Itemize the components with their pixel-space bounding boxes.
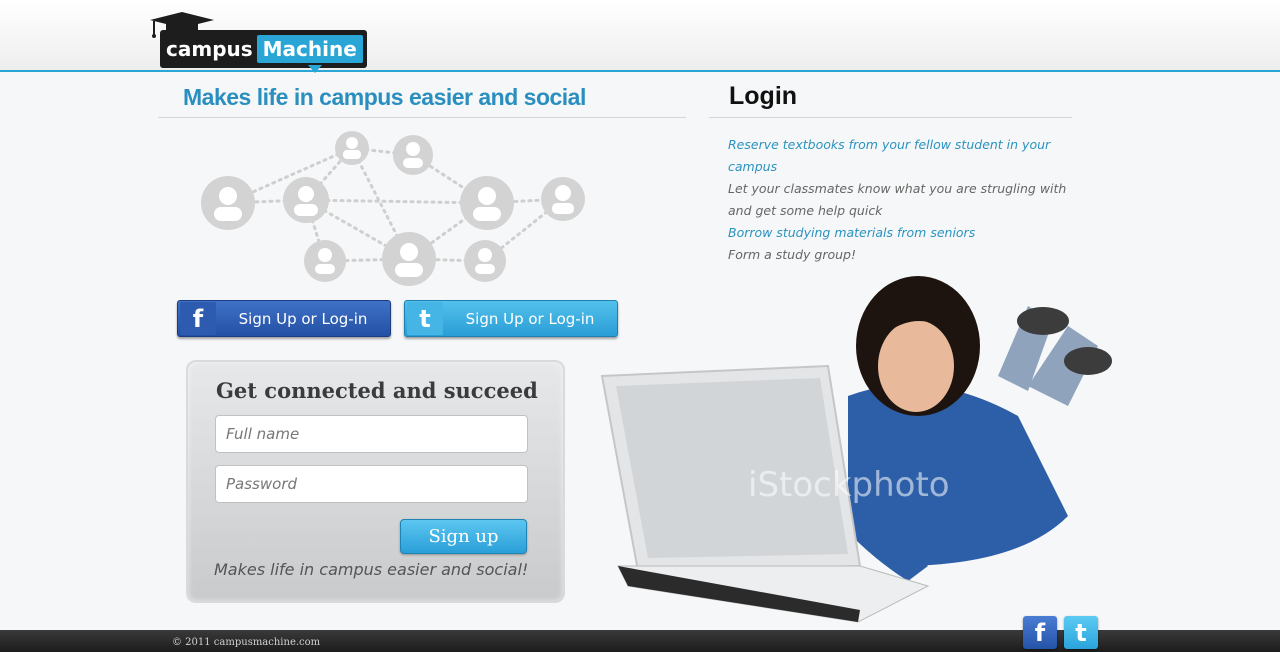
logo-wordmark: campus Machine <box>160 30 367 68</box>
watermark-text: iStockphoto <box>748 465 950 505</box>
feature-item-materials: Borrow studying materials from seniors <box>728 225 976 240</box>
facebook-signup-button[interactable]: f Sign Up or Log-in <box>177 300 391 337</box>
fullname-input[interactable] <box>215 415 528 453</box>
signup-form: Get connected and succeed Sign up Makes … <box>186 360 565 603</box>
facebook-signup-label: Sign Up or Log-in <box>238 309 368 328</box>
feature-item-help: Let your classmates know what you are st… <box>728 181 1067 218</box>
signup-form-title: Get connected and succeed <box>216 378 538 403</box>
social-network-illustration <box>201 131 585 286</box>
twitter-signup-button[interactable]: t Sign Up or Log-in <box>404 300 618 337</box>
copyright-text: © 2011 campusmachine.com <box>172 637 321 648</box>
divider-left <box>158 117 686 118</box>
feature-item-textbooks: Reserve textbooks from your fellow stude… <box>728 137 1051 174</box>
twitter-icon[interactable]: t <box>1064 616 1098 649</box>
campusmachine-logo[interactable]: campus Machine <box>148 10 367 73</box>
signup-button[interactable]: Sign up <box>400 519 527 554</box>
twitter-icon: t <box>407 302 443 335</box>
password-input[interactable] <box>215 465 528 503</box>
feature-list: Reserve textbooks from your fellow stude… <box>728 134 1073 266</box>
student-laptop-image: iStockphoto <box>600 276 1112 623</box>
facebook-icon[interactable]: f <box>1023 616 1057 649</box>
logo-word-campus: campus <box>166 37 253 61</box>
logo-pointer <box>308 65 322 73</box>
page-tagline: Makes life in campus easier and social <box>183 84 586 110</box>
twitter-signup-label: Sign Up or Log-in <box>465 309 595 328</box>
feature-item-study-group: Form a study group! <box>728 247 856 262</box>
facebook-icon: f <box>180 302 216 335</box>
logo-word-machine: Machine <box>256 35 363 63</box>
header-bar: campus Machine <box>0 0 1280 73</box>
login-title: Login <box>729 82 798 110</box>
signup-form-footer: Makes life in campus easier and social! <box>214 560 529 579</box>
divider-right <box>709 117 1072 118</box>
